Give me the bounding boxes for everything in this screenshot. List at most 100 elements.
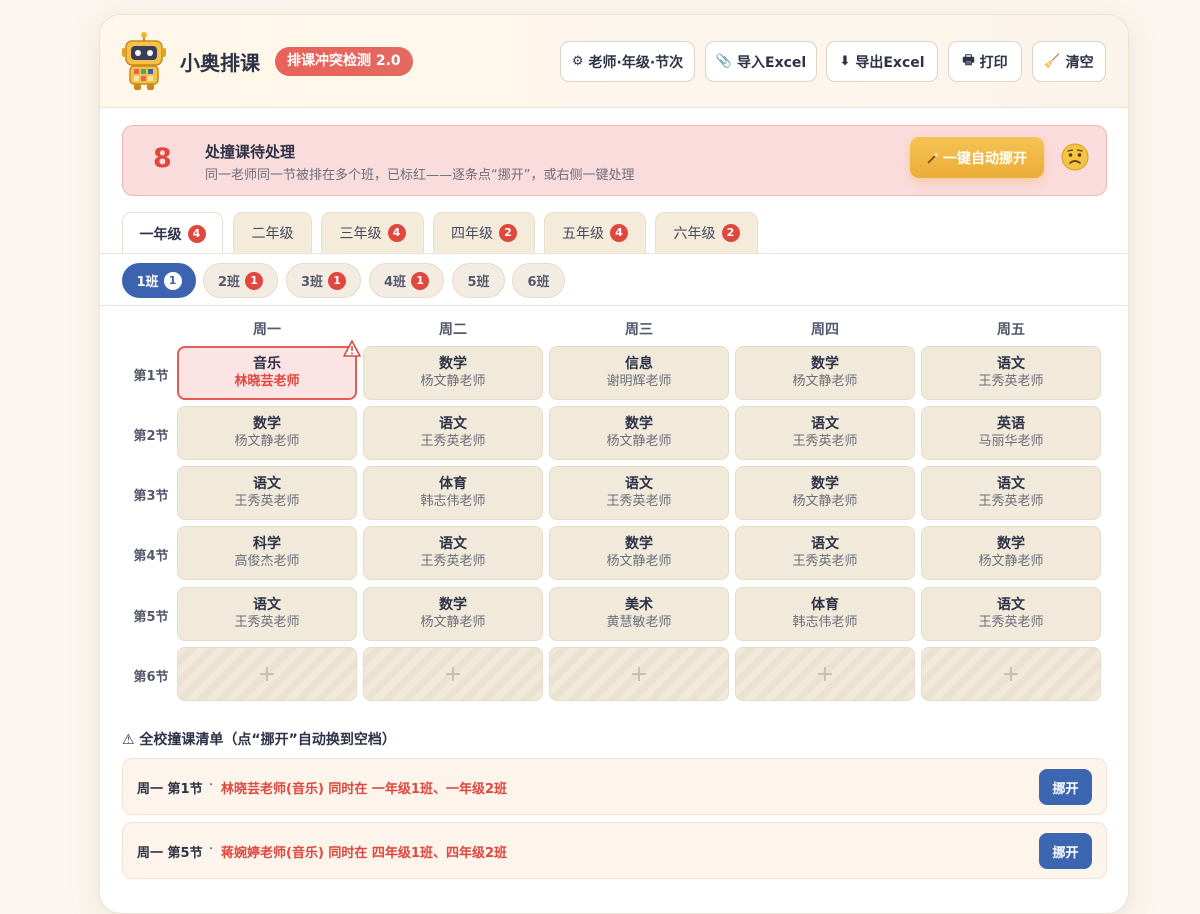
tab-grade-1[interactable]: 一年级 4	[122, 212, 223, 254]
plus-icon: +	[815, 661, 835, 687]
clear-button[interactable]: 🧹 清空	[1032, 41, 1106, 82]
lesson-teacher: 王秀英老师	[792, 554, 858, 569]
class-pill-label: 1班	[136, 275, 159, 290]
lesson-teacher: 杨文静老师	[978, 554, 1044, 569]
empty-slot-add-button[interactable]: +	[921, 647, 1101, 701]
lesson-subject: 语文	[253, 476, 281, 492]
lesson-cell[interactable]: 语文 王秀英老师	[177, 466, 357, 520]
class-pill-3[interactable]: 3班 1	[286, 263, 361, 298]
auto-resolve-button[interactable]: 一键自动挪开	[910, 137, 1044, 178]
lesson-subject: 语文	[439, 536, 467, 552]
import-excel-button[interactable]: 📎 导入Excel	[705, 41, 817, 82]
empty-slot-add-button[interactable]: +	[363, 647, 543, 701]
grade-conflict-badge: 2	[499, 224, 517, 242]
lesson-cell[interactable]: 数学 杨文静老师	[177, 406, 357, 460]
version-badge: 排课冲突检测 2.0	[275, 47, 413, 76]
warning-icon	[343, 340, 361, 357]
clear-label: 清空	[1065, 54, 1094, 71]
scheduler-card: 小奥排课 排课冲突检测 2.0 ⚙ 老师·年级·节次 📎 导入Excel ⬇ 导…	[99, 14, 1129, 914]
class-pill-label: 5班	[467, 275, 490, 290]
lesson-cell[interactable]: 语文 王秀英老师	[921, 466, 1101, 520]
lesson-cell[interactable]: 体育 韩志伟老师	[735, 587, 915, 641]
class-pill-2[interactable]: 2班 1	[203, 263, 278, 298]
lesson-subject: 美术	[625, 597, 653, 613]
tab-grade-4[interactable]: 四年级 2	[433, 212, 535, 253]
lesson-subject: 语文	[997, 476, 1025, 492]
grade-conflict-badge: 4	[187, 224, 206, 243]
grade-tab-label: 二年级	[251, 226, 294, 242]
separator: ·	[209, 778, 214, 793]
lesson-cell[interactable]: 语文 王秀英老师	[735, 406, 915, 460]
lesson-subject: 数学	[811, 356, 839, 372]
lesson-cell[interactable]: 数学 杨文静老师	[735, 466, 915, 520]
lesson-cell[interactable]: 信息 谢明辉老师	[549, 346, 729, 400]
lesson-cell[interactable]: 语文 王秀英老师	[363, 526, 543, 580]
import-excel-label: 导入Excel	[737, 54, 807, 71]
lesson-teacher: 杨文静老师	[792, 374, 858, 389]
export-excel-label: 导出Excel	[855, 54, 925, 71]
empty-slot-add-button[interactable]: +	[177, 647, 357, 701]
lesson-cell-conflict[interactable]: 音乐 林晓芸老师	[177, 340, 361, 400]
export-excel-button[interactable]: ⬇ 导出Excel	[826, 41, 938, 82]
lesson-cell[interactable]: 英语 马丽华老师	[921, 406, 1101, 460]
pills-divider	[100, 305, 1128, 306]
lesson-cell[interactable]: 体育 韩志伟老师	[363, 466, 543, 520]
conflict-detail: 蒋婉婷老师(音乐) 同时在 四年级1班、四年级2班	[221, 846, 508, 861]
lesson-cell[interactable]: 数学 杨文静老师	[735, 346, 915, 400]
empty-slot-add-button[interactable]: +	[549, 647, 729, 701]
lesson-subject: 语文	[997, 356, 1025, 372]
class-pill-4[interactable]: 4班 1	[369, 263, 444, 298]
alert-description: 同一老师同一节被排在多个班，已标红——逐条点“挪开”，或右侧一键处理	[205, 168, 635, 183]
lesson-teacher: 杨文静老师	[606, 434, 672, 449]
day-header: 周一	[253, 322, 281, 338]
class-pill-6[interactable]: 6班	[512, 263, 565, 298]
lesson-teacher: 王秀英老师	[606, 494, 672, 509]
empty-slot-add-button[interactable]: +	[735, 647, 915, 701]
period-label: 第3节	[133, 489, 169, 504]
tab-grade-6[interactable]: 六年级 2	[655, 212, 758, 253]
day-header: 周二	[439, 322, 467, 338]
lesson-cell[interactable]: 数学 杨文静老师	[549, 526, 729, 580]
grade-conflict-badge: 4	[387, 224, 406, 242]
settings-button[interactable]: ⚙ 老师·年级·节次	[560, 41, 695, 82]
lesson-subject: 体育	[439, 476, 467, 492]
lesson-cell[interactable]: 数学 杨文静老师	[921, 526, 1101, 580]
lesson-cell[interactable]: 数学 杨文静老师	[549, 406, 729, 460]
class-pill-1[interactable]: 1班 1	[122, 263, 196, 298]
lesson-cell[interactable]: 语文 王秀英老师	[921, 587, 1101, 641]
move-away-button[interactable]: 挪开	[1039, 769, 1092, 805]
lesson-cell[interactable]: 数学 杨文静老师	[363, 587, 543, 641]
period-label: 第4节	[133, 549, 169, 564]
print-button[interactable]: 🖶 打印	[948, 41, 1022, 82]
period-label: 第2节	[133, 429, 169, 444]
lesson-cell[interactable]: 语文 王秀英老师	[177, 587, 357, 641]
class-conflict-badge: 1	[411, 271, 430, 290]
printer-icon: 🖶	[962, 52, 975, 68]
tab-grade-5[interactable]: 五年级 4	[544, 212, 646, 253]
plus-icon: +	[629, 661, 649, 687]
lesson-teacher: 杨文静老师	[792, 494, 858, 509]
gear-icon: ⚙	[571, 54, 584, 69]
grade-tab-label: 三年级	[339, 226, 382, 242]
lesson-subject: 语文	[625, 476, 653, 492]
grade-tab-label: 四年级	[451, 226, 493, 242]
lesson-cell[interactable]: 数学 杨文静老师	[363, 346, 543, 400]
tab-grade-3[interactable]: 三年级 4	[321, 212, 424, 253]
conflict-alert-banner: 8 处撞课待处理 同一老师同一节被排在多个班，已标红——逐条点“挪开”，或右侧一…	[122, 125, 1107, 196]
lesson-cell[interactable]: 语文 王秀英老师	[363, 406, 543, 460]
move-away-button[interactable]: 挪开	[1039, 833, 1092, 869]
print-label: 打印	[979, 54, 1008, 71]
lesson-cell[interactable]: 语文 王秀英老师	[735, 526, 915, 580]
class-conflict-badge: 1	[245, 271, 264, 290]
lesson-teacher: 王秀英老师	[792, 434, 858, 449]
tabs-divider	[100, 253, 1128, 254]
tab-grade-2[interactable]: 二年级	[233, 212, 312, 253]
lesson-subject: 音乐	[253, 356, 281, 372]
lesson-subject: 英语	[997, 416, 1025, 432]
lesson-cell[interactable]: 语文 王秀英老师	[921, 346, 1101, 400]
class-pill-5[interactable]: 5班	[452, 263, 505, 298]
lesson-cell[interactable]: 语文 王秀英老师	[549, 466, 729, 520]
lesson-cell[interactable]: 科学 高俊杰老师	[177, 526, 357, 580]
plus-icon: +	[257, 661, 277, 687]
lesson-cell[interactable]: 美术 黄慧敏老师	[549, 587, 729, 641]
